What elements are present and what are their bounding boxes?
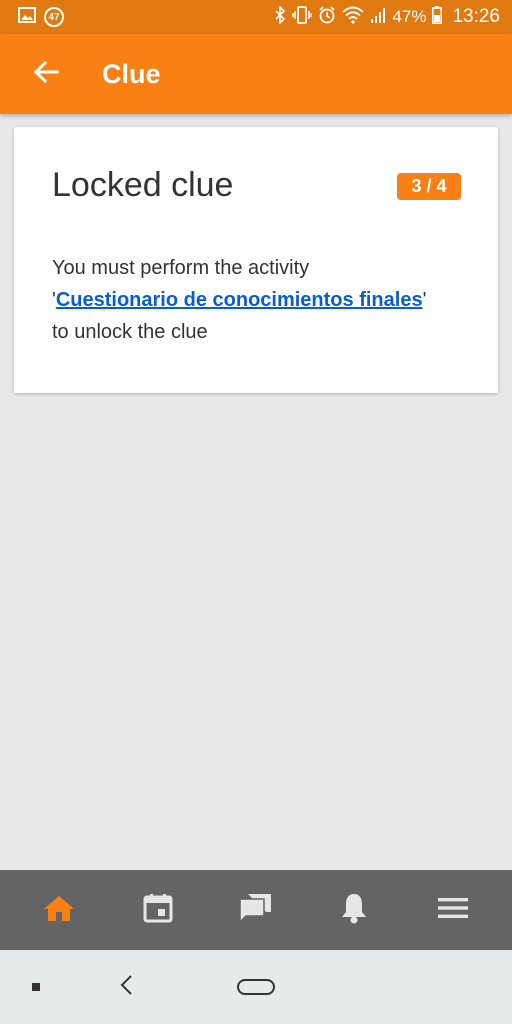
progress-badge: 3 / 4	[397, 173, 461, 200]
quote-close: '	[422, 289, 427, 311]
clock: 13:26	[452, 6, 500, 27]
message-intro: You must perform the activity	[52, 257, 310, 279]
activity-link[interactable]: Cuestionario de conocimientos finales	[56, 289, 423, 311]
arrow-left-icon	[33, 60, 59, 89]
system-back-button[interactable]	[112, 972, 140, 1002]
back-button[interactable]	[22, 50, 70, 98]
nav-calendar[interactable]	[128, 880, 188, 940]
home-icon	[43, 894, 75, 927]
system-nav-bar	[0, 950, 512, 1024]
alarm-icon	[318, 5, 336, 29]
message-outro: to unlock the clue	[52, 321, 208, 343]
signal-icon	[370, 7, 386, 28]
gallery-icon	[18, 6, 36, 28]
bluetooth-icon	[274, 4, 286, 29]
nav-menu[interactable]	[423, 880, 483, 940]
recents-icon	[32, 983, 40, 991]
messages-icon	[239, 893, 273, 928]
app-bar: Clue	[0, 34, 512, 114]
battery-icon	[432, 5, 443, 29]
wifi-icon	[342, 6, 365, 29]
nav-messages[interactable]	[226, 880, 286, 940]
bell-icon	[340, 892, 368, 929]
home-pill-icon	[237, 979, 275, 995]
status-bar: 47 47% 13:26	[0, 0, 512, 34]
nav-home[interactable]	[29, 880, 89, 940]
nav-notifications[interactable]	[324, 880, 384, 940]
calendar-icon	[143, 893, 173, 928]
recents-button[interactable]	[26, 977, 46, 997]
status-right: 47% 13:26	[274, 4, 500, 29]
page-title: Clue	[102, 58, 161, 89]
notification-count-badge: 47	[44, 7, 64, 27]
chevron-left-icon	[119, 974, 133, 1000]
card-message: You must perform the activity 'Cuestiona…	[52, 252, 472, 348]
menu-icon	[437, 897, 468, 924]
bottom-nav	[0, 870, 512, 950]
vibrate-icon	[292, 5, 313, 29]
battery-percent: 47%	[392, 7, 427, 26]
status-left: 47	[18, 6, 64, 28]
card-title: Locked clue	[52, 166, 234, 204]
home-button[interactable]	[232, 974, 280, 1000]
